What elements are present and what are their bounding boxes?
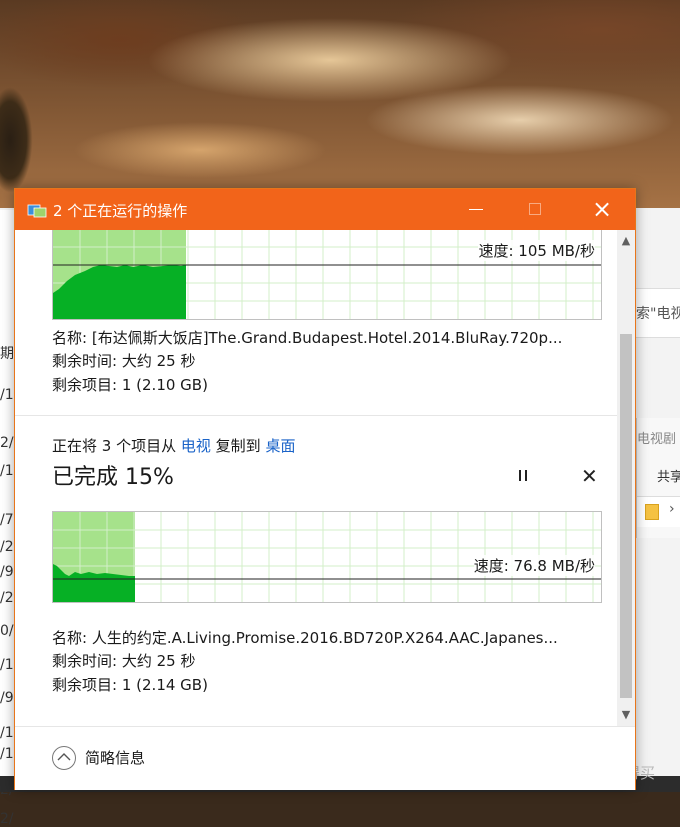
op2-items-row: 剩余项目: 1 (2.14 GB) <box>52 676 208 694</box>
background-date-fragment: /1 <box>0 387 14 403</box>
background-date-fragment: /1 <box>0 657 14 673</box>
background-date-fragment: 0/ <box>0 623 14 639</box>
op1-name-row: 名称: [布达佩斯大饭店]The.Grand.Budapest.Hotel.20… <box>52 329 563 347</box>
fewer-details-label[interactable]: 简略信息 <box>85 747 145 768</box>
source-link[interactable]: 电视 <box>181 437 211 455</box>
scroll-down-icon: ▼ <box>621 708 631 721</box>
pause-icon <box>519 470 521 481</box>
background-date-fragment: 2/ <box>0 811 14 827</box>
operation-separator <box>15 415 617 416</box>
scroll-down-button[interactable]: ▼ <box>617 706 635 724</box>
speed-label-1: 速度: 105 MB/秒 <box>478 240 595 261</box>
maximize-button <box>513 189 559 230</box>
close-icon: × <box>591 195 613 223</box>
background-date-fragment: /9 <box>0 690 14 706</box>
operations-list[interactable]: 速度: 105 MB/秒 名称: [布达佩斯大饭店]The.Grand.Buda… <box>15 230 617 726</box>
background-date-fragment: /7 <box>0 512 14 528</box>
background-date-fragment: /1 <box>0 463 14 479</box>
background-explorer-panel: 电视剧 共享 › <box>636 418 680 538</box>
op2-header: 正在将 3 个项目从 电视 复制到 桌面 <box>52 437 296 455</box>
background-date-column: 期/12//1/7/2/9/20//1/9/1/12/2/ <box>0 210 14 827</box>
op2-time-row: 剩余时间: 大约 25 秒 <box>52 652 196 670</box>
window-title: 2 个正在运行的操作 <box>53 202 188 220</box>
scroll-up-button[interactable]: ▲ <box>617 232 635 250</box>
background-panel-title: 电视剧 <box>637 432 677 447</box>
background-share-tab[interactable]: 共享 <box>657 466 680 485</box>
chevron-right-icon: › <box>669 501 675 517</box>
fewer-details-toggle[interactable] <box>52 746 76 770</box>
folder-icon <box>645 504 659 520</box>
background-search-text: 索"电视 <box>636 306 680 322</box>
background-search-box: 索"电视 <box>636 288 680 338</box>
scroll-up-icon: ▲ <box>621 234 631 247</box>
speed-graph-2: 速度: 76.8 MB/秒 <box>52 511 602 603</box>
background-date-fragment: /1 <box>0 746 14 762</box>
background-folder-row[interactable]: › <box>637 496 680 527</box>
vertical-scrollbar[interactable]: ▲ ▼ <box>617 230 635 726</box>
pause-button[interactable] <box>512 465 534 487</box>
file-operation-dialog: 2 个正在运行的操作 × 速度: 105 MB/秒 名称: [布达佩斯大饭店]T… <box>14 188 636 790</box>
speed-label-2: 速度: 76.8 MB/秒 <box>473 555 595 576</box>
op1-items-row: 剩余项目: 1 (2.10 GB) <box>52 376 208 394</box>
maximize-icon <box>529 203 541 215</box>
cancel-icon: ✕ <box>581 464 598 488</box>
progress-percent-label: 已完成 15% <box>52 465 174 490</box>
background-date-fragment: /1 <box>0 725 14 741</box>
copy-operation-icon <box>27 204 47 218</box>
background-date-fragment: 2/ <box>0 435 14 451</box>
minimize-icon <box>469 209 483 210</box>
op1-time-row: 剩余时间: 大约 25 秒 <box>52 352 196 370</box>
speed-graph-1: 速度: 105 MB/秒 <box>52 230 602 320</box>
close-button[interactable]: × <box>579 189 625 230</box>
op2-name-row: 名称: 人生的约定.A.Living.Promise.2016.BD720P.X… <box>52 629 558 647</box>
cancel-button[interactable]: ✕ <box>581 465 598 487</box>
chevron-up-icon <box>57 753 71 761</box>
background-date-fragment: /2 <box>0 539 14 555</box>
background-date-fragment: /9 <box>0 564 14 580</box>
title-bar[interactable]: 2 个正在运行的操作 × <box>15 189 635 230</box>
background-date-fragment: /2 <box>0 590 14 606</box>
background-date-fragment: 期 <box>0 346 14 362</box>
scrollbar-thumb[interactable] <box>620 334 632 698</box>
destination-link[interactable]: 桌面 <box>265 437 295 455</box>
dialog-footer: 简略信息 <box>15 726 635 790</box>
minimize-button[interactable] <box>453 189 499 230</box>
